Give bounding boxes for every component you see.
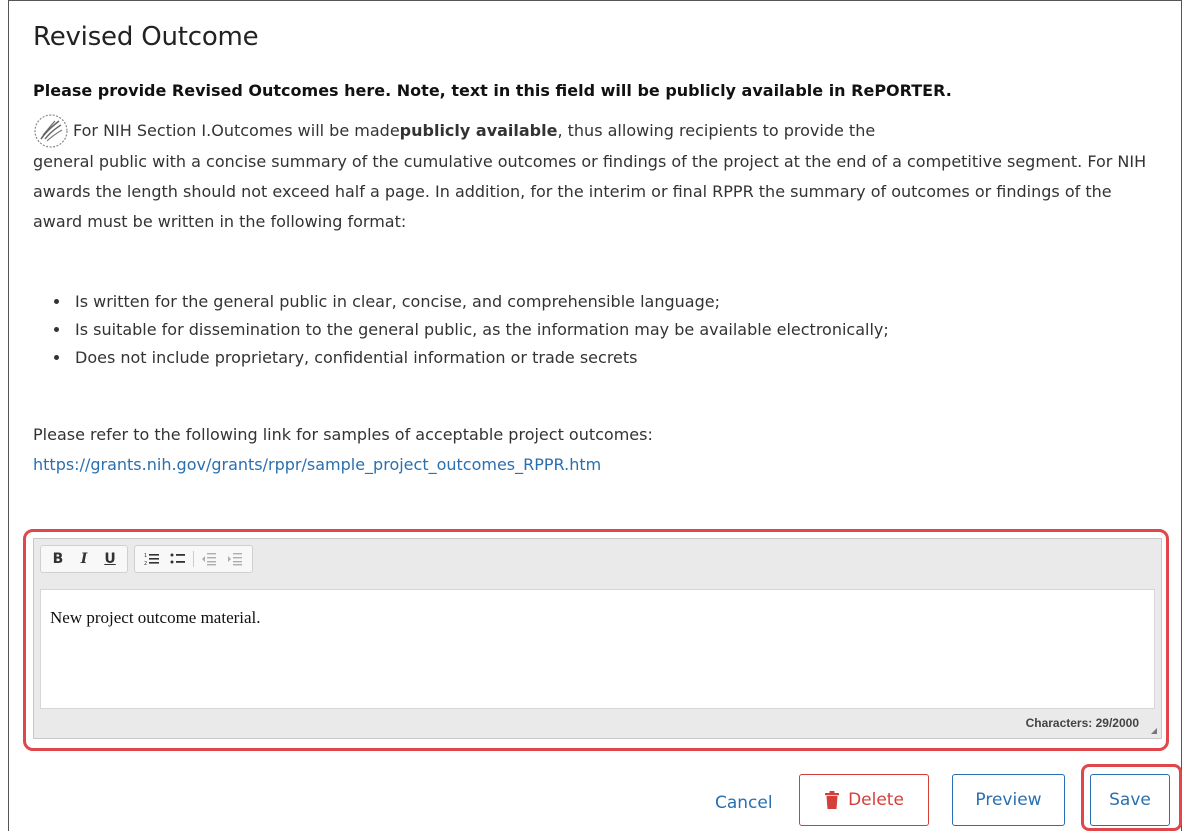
- bulleted-list-icon[interactable]: [165, 547, 191, 571]
- reference-block: Please refer to the following link for s…: [33, 420, 653, 480]
- delete-label: Delete: [848, 790, 904, 810]
- instruction-text: Please provide Revised Outcomes here. No…: [33, 81, 952, 100]
- guidance-intro-bold: publicly available: [399, 121, 558, 140]
- svg-text:2: 2: [144, 561, 147, 566]
- guidance-text: For NIH Section I.Outcomes will be made …: [33, 113, 1153, 237]
- svg-text:1: 1: [144, 553, 147, 559]
- outdent-icon[interactable]: [196, 547, 222, 571]
- nih-logo-icon: [33, 113, 69, 149]
- preview-button[interactable]: Preview: [952, 774, 1065, 826]
- italic-button[interactable]: I: [71, 547, 97, 571]
- guidance-intro: For NIH Section I.Outcomes will be made: [73, 121, 400, 140]
- list-item: Is written for the general public in cle…: [71, 288, 889, 316]
- list-item: Does not include proprietary, confidenti…: [71, 344, 889, 372]
- outcome-text-area[interactable]: New project outcome material.: [40, 589, 1155, 709]
- underline-button[interactable]: U: [97, 547, 123, 571]
- guidance-intro-end: , thus allowing recipients to provide th…: [557, 121, 876, 140]
- rich-text-editor: B I U 1 2 New project outcome material. …: [33, 538, 1162, 739]
- resize-handle-icon[interactable]: [1151, 728, 1157, 734]
- character-counter: Characters: 29/2000: [1025, 716, 1139, 730]
- sample-outcomes-link[interactable]: https://grants.nih.gov/grants/rppr/sampl…: [33, 455, 601, 474]
- indent-icon[interactable]: [222, 547, 248, 571]
- cancel-link[interactable]: Cancel: [715, 793, 773, 813]
- format-requirements-list: Is written for the general public in cle…: [33, 288, 889, 372]
- bold-button[interactable]: B: [45, 547, 71, 571]
- section-title: Revised Outcome: [33, 22, 259, 52]
- numbered-list-icon[interactable]: 1 2: [139, 547, 165, 571]
- toolbar-divider: [193, 551, 194, 567]
- list-item: Is suitable for dissemination to the gen…: [71, 316, 889, 344]
- reference-text: Please refer to the following link for s…: [33, 425, 653, 444]
- save-button[interactable]: Save: [1090, 774, 1170, 826]
- text-format-group: B I U: [40, 545, 128, 573]
- delete-button[interactable]: Delete: [799, 774, 929, 826]
- trash-icon: [824, 791, 840, 809]
- list-format-group: 1 2: [134, 545, 253, 573]
- guidance-continuation: general public with a concise summary of…: [33, 152, 1147, 231]
- editor-toolbar: B I U 1 2: [40, 545, 253, 575]
